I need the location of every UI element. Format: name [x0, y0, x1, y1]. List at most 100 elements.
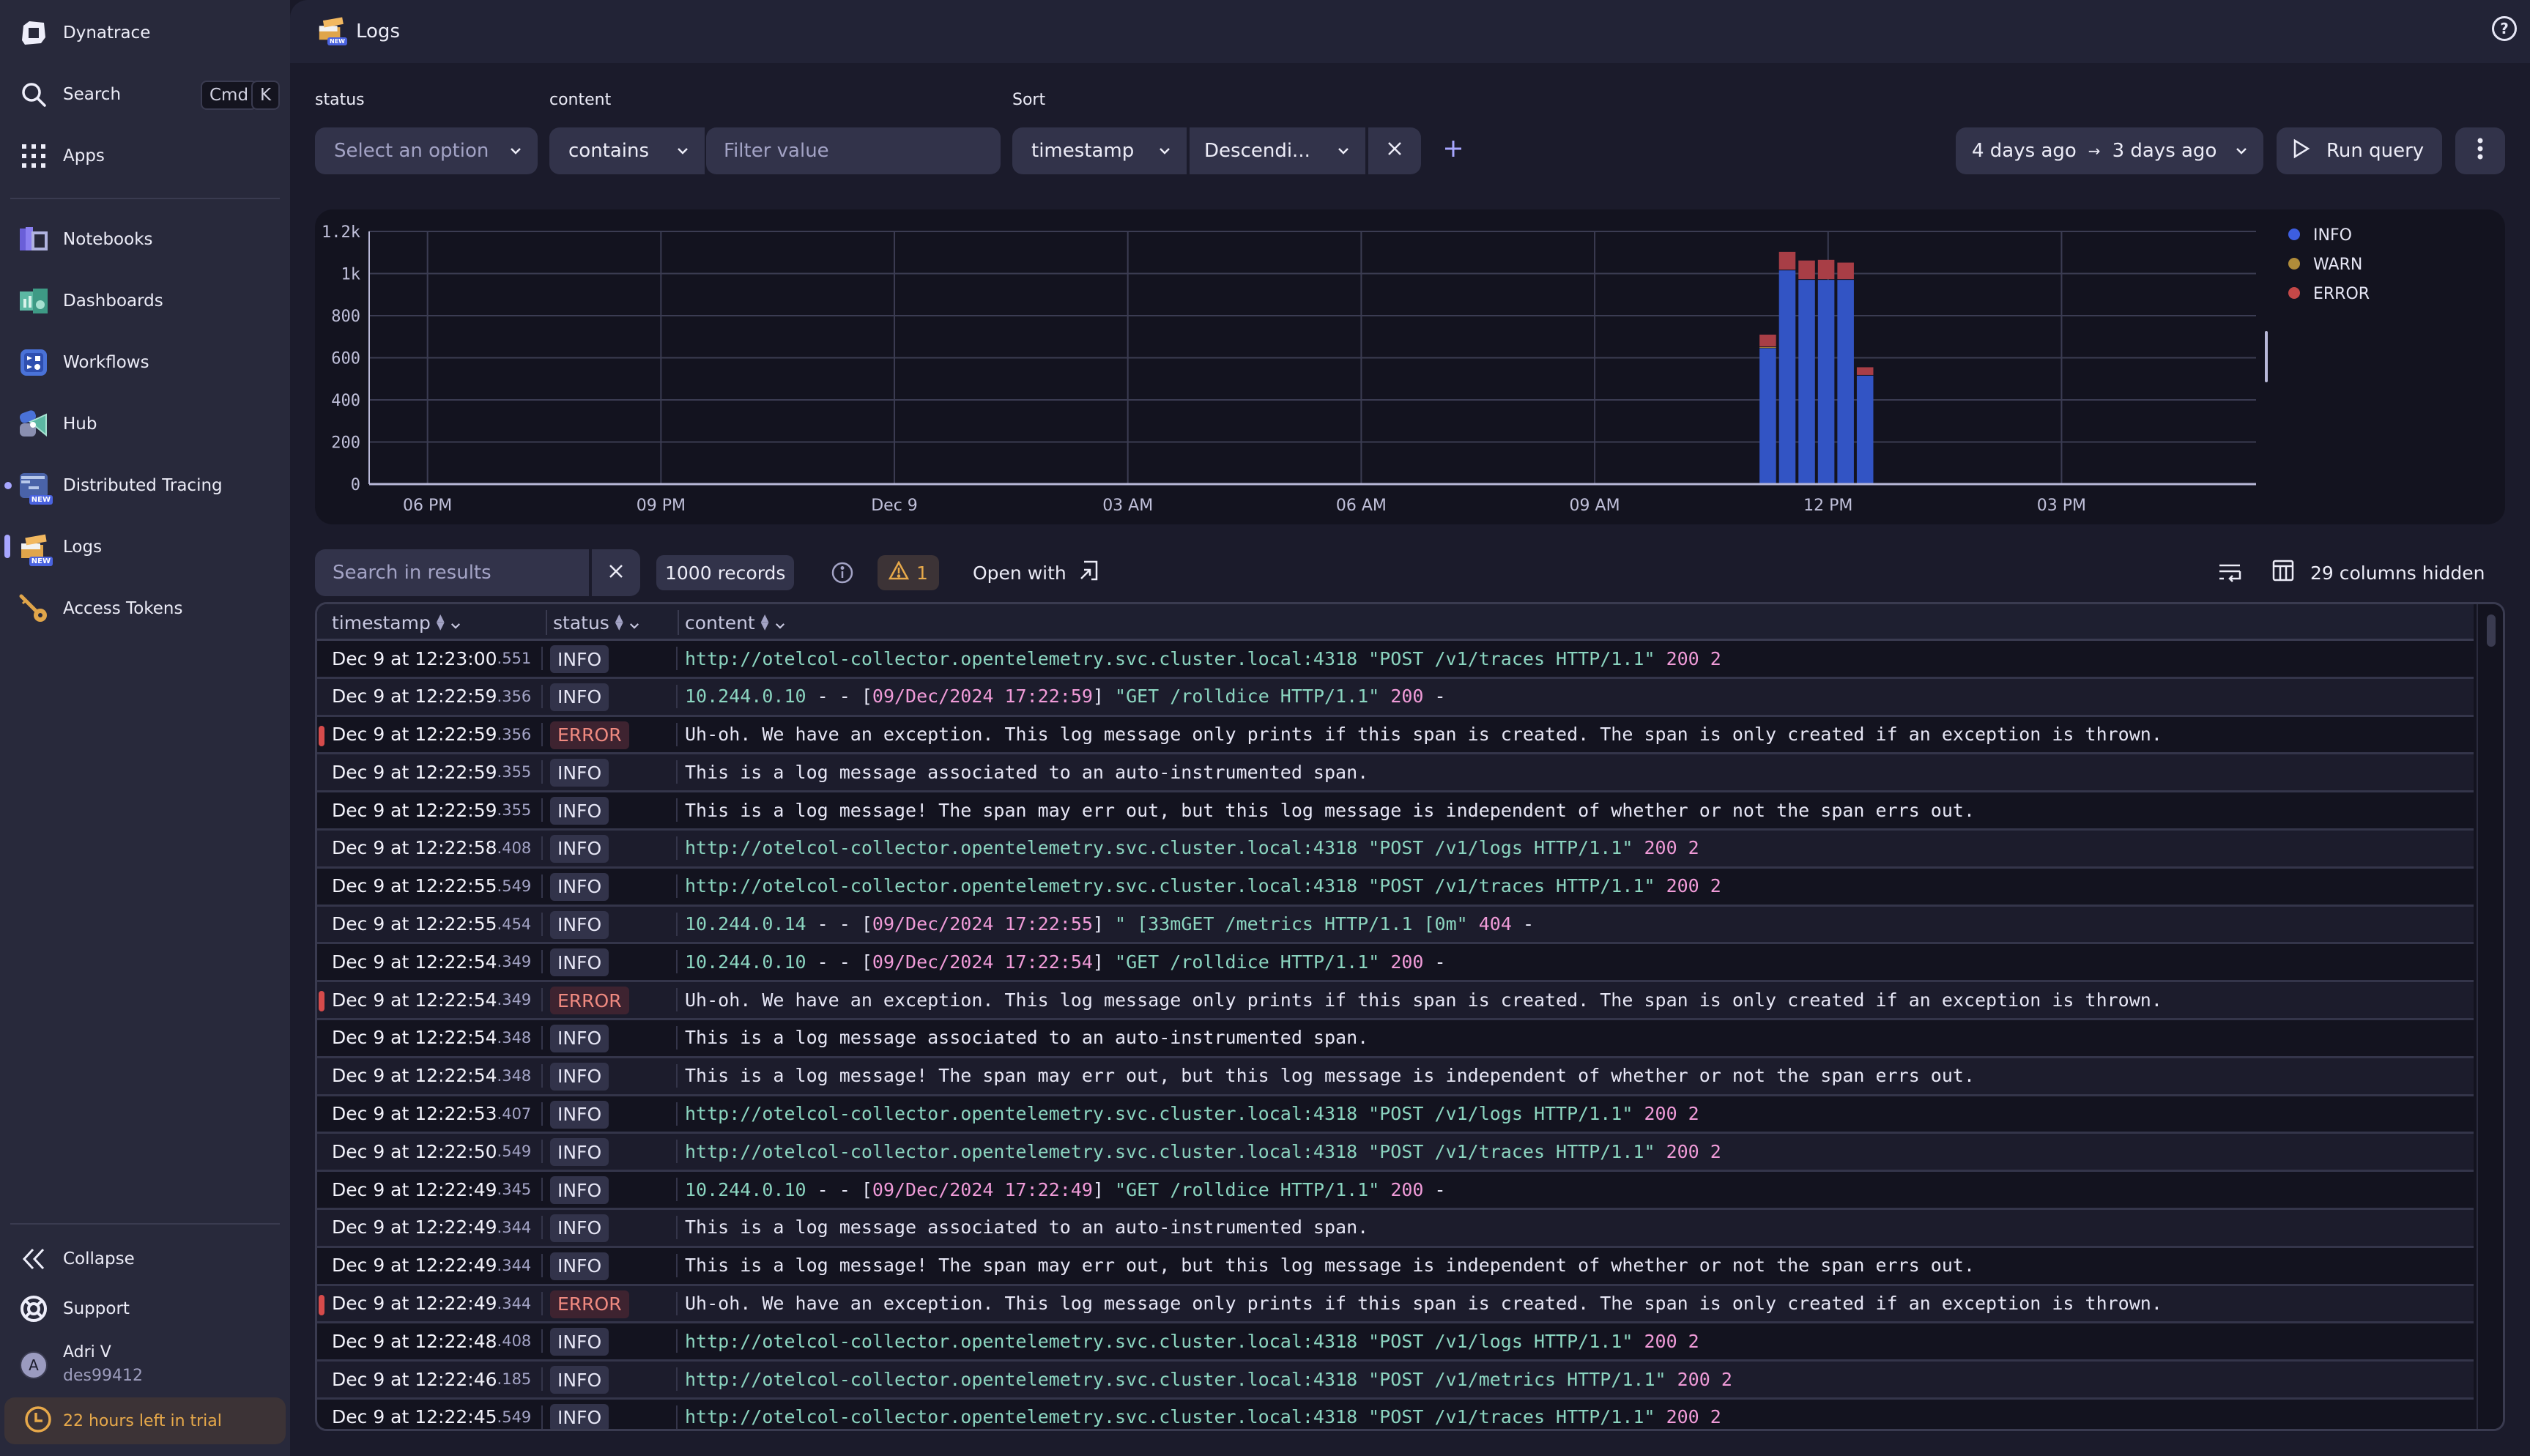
sort-field-select[interactable]: timestamp — [1012, 127, 1187, 174]
timeframe-from: 4 days ago — [1972, 140, 2077, 162]
timestamp-ms: .356 — [497, 687, 532, 705]
status-badge: INFO — [550, 872, 609, 901]
content-filter-input[interactable]: Filter value — [706, 127, 1001, 174]
sidebar-item-dashboards[interactable]: Dashboards — [0, 275, 290, 327]
remove-sort-button[interactable] — [1368, 127, 1421, 174]
bar-info[interactable] — [1817, 280, 1835, 483]
table-row[interactable]: Dec 9 at 12:22:46.185 INFO http://otelcol-… — [317, 1362, 2474, 1400]
content-segment: 200 — [1390, 1178, 1435, 1200]
sidebar-item-hub[interactable]: Hub — [0, 398, 290, 450]
bar-error[interactable] — [1837, 262, 1854, 280]
legend-swatch-error — [2288, 287, 2300, 299]
sidebar-item-distributed-tracing[interactable]: NEW Distributed Tracing — [0, 460, 290, 511]
collapse-button[interactable]: Collapse — [0, 1233, 290, 1285]
timestamp-value: Dec 9 at 12:22:59 — [332, 799, 497, 821]
columns-hidden-button[interactable]: 29 columns hidden — [2272, 555, 2485, 590]
content-segment: 404 — [1478, 913, 1523, 935]
info-icon[interactable] — [831, 561, 854, 584]
bar-error[interactable] — [1759, 334, 1776, 347]
bar-info[interactable] — [1798, 280, 1815, 483]
wrap-lines-icon[interactable] — [2215, 558, 2244, 587]
content-cell: http://otelcol-collector.opentelemetry.s… — [685, 869, 1721, 904]
content-segment: "GET /rolldice HTTP/1.1" — [1115, 686, 1391, 707]
table-row[interactable]: Dec 9 at 12:22:54.349 INFO 10.244.0.10 - -… — [317, 944, 2474, 983]
table-row[interactable]: Dec 9 at 12:22:49.344 INFO This is a log m… — [317, 1209, 2474, 1248]
bar-warn[interactable] — [1759, 347, 1776, 349]
legend-resize-handle[interactable] — [2265, 331, 2268, 382]
status-badge: INFO — [550, 683, 609, 711]
legend-label-warn[interactable]: WARN — [2313, 256, 2362, 274]
table-row[interactable]: Dec 9 at 12:22:48.408 INFO http://otelcol-… — [317, 1323, 2474, 1362]
table-header: timestamp ▲ ▼ status ▲ ▼ content ▲ ▼ — [317, 604, 2474, 641]
table-row[interactable]: Dec 9 at 12:22:53.407 INFO http://otelcol-… — [317, 1096, 2474, 1134]
cell-divider — [676, 760, 678, 784]
notebooks-icon — [18, 223, 50, 256]
bar-info[interactable] — [1778, 270, 1796, 483]
warnings-badge[interactable]: 1 — [878, 555, 939, 590]
table-row[interactable]: Dec 9 at 12:22:54.349 ERROR Uh-oh. We have… — [317, 982, 2474, 1020]
table-row[interactable]: Dec 9 at 12:22:55.549 INFO http://otelcol-… — [317, 869, 2474, 907]
table-row[interactable]: Dec 9 at 12:22:54.348 INFO This is a log m… — [317, 1058, 2474, 1096]
sidebar-item-logs[interactable]: NEW Logs — [0, 521, 290, 573]
legend-label-error[interactable]: ERROR — [2313, 285, 2370, 303]
add-sort-button[interactable] — [1433, 127, 1474, 174]
table-row[interactable]: Dec 9 at 12:22:45.549 INFO http://otelcol-… — [317, 1400, 2474, 1429]
table-row[interactable]: Dec 9 at 12:22:59.355 INFO This is a log m… — [317, 754, 2474, 793]
bar-error[interactable] — [1778, 251, 1796, 270]
open-with-button[interactable]: Open with — [973, 555, 1099, 590]
clear-search-button[interactable] — [592, 549, 640, 596]
column-header-timestamp[interactable]: timestamp ▲ ▼ — [332, 604, 461, 641]
sort-order-select[interactable]: Descendi... — [1190, 127, 1365, 174]
y-tick-label: 0 — [351, 476, 360, 494]
run-query-button[interactable]: Run query — [2277, 127, 2442, 174]
table-row[interactable]: Dec 9 at 12:22:59.356 ERROR Uh-oh. We have… — [317, 717, 2474, 755]
table-row[interactable]: Dec 9 at 12:22:49.344 ERROR Uh-oh. We have… — [317, 1285, 2474, 1324]
bar-info[interactable] — [1856, 375, 1874, 483]
bar-error[interactable] — [1798, 260, 1815, 280]
timestamp-ms: .408 — [497, 1332, 532, 1351]
support-button[interactable]: Support — [0, 1283, 290, 1334]
table-scrollbar[interactable] — [2477, 604, 2503, 1429]
sidebar-brand[interactable]: Dynatrace — [0, 7, 290, 59]
apps-grid-icon — [18, 140, 50, 172]
histogram-chart[interactable]: 0 200 400 600 800 1k 1.2k 06 PM 09 PM Dec 9 03 AM 0… — [315, 209, 2505, 524]
table-row[interactable]: Dec 9 at 12:22:59.356 INFO 10.244.0.10 - -… — [317, 678, 2474, 717]
table-row[interactable]: Dec 9 at 12:22:50.549 INFO http://otelcol-… — [317, 1134, 2474, 1173]
sidebar-item-notebooks[interactable]: Notebooks — [0, 214, 290, 265]
avatar: A — [20, 1351, 48, 1379]
sidebar-apps[interactable]: Apps — [0, 130, 290, 182]
content-operator-select[interactable]: contains — [549, 127, 705, 174]
table-row[interactable]: Dec 9 at 12:22:54.348 INFO This is a log m… — [317, 1020, 2474, 1058]
column-header-status[interactable]: status ▲ ▼ — [553, 604, 639, 641]
content-segment: 10.244.0.14 — [685, 913, 817, 935]
table-row[interactable]: Dec 9 at 12:22:55.454 INFO 10.244.0.14 - -… — [317, 906, 2474, 945]
column-divider[interactable] — [546, 610, 547, 635]
bar-info[interactable] — [1837, 280, 1854, 483]
content-segment: 200 — [1390, 951, 1435, 973]
status-select[interactable]: Select an option — [315, 127, 538, 174]
bar-error[interactable] — [1856, 367, 1874, 375]
content-cell: This is a log message associated to an a… — [685, 1020, 1368, 1055]
cell-divider — [676, 988, 678, 1012]
column-divider[interactable] — [678, 610, 679, 635]
legend-label-info[interactable]: INFO — [2313, 226, 2352, 245]
table-row[interactable]: Dec 9 at 12:23:00.551 INFO http://otelcol-… — [317, 641, 2474, 679]
more-options-button[interactable] — [2455, 127, 2505, 174]
table-body: Dec 9 at 12:23:00.551 INFO http://otelcol-… — [317, 641, 2474, 1429]
content-segment: "GET /rolldice HTTP/1.1" — [1115, 1178, 1391, 1200]
table-row[interactable]: Dec 9 at 12:22:58.408 INFO http://otelcol-… — [317, 830, 2474, 869]
table-row[interactable]: Dec 9 at 12:22:59.355 INFO This is a log m… — [317, 792, 2474, 831]
search-in-results-input[interactable]: Search in results — [315, 549, 589, 596]
bar-info[interactable] — [1759, 348, 1776, 483]
help-icon[interactable]: ? — [2492, 16, 2517, 41]
table-row[interactable]: Dec 9 at 12:22:49.345 INFO 10.244.0.10 - -… — [317, 1172, 2474, 1210]
timestamp-ms: .549 — [497, 1408, 532, 1426]
sidebar-item-access-tokens[interactable]: Access Tokens — [0, 583, 290, 634]
trial-banner[interactable]: 22 hours left in trial — [4, 1397, 286, 1444]
column-header-content[interactable]: content ▲ ▼ — [685, 604, 785, 641]
scrollbar-thumb[interactable] — [2487, 614, 2496, 647]
timeframe-selector[interactable]: 4 days ago → 3 days ago — [1956, 127, 2263, 174]
sidebar-item-workflows[interactable]: Workflows — [0, 337, 290, 388]
table-row[interactable]: Dec 9 at 12:22:49.344 INFO This is a log m… — [317, 1248, 2474, 1286]
bar-error[interactable] — [1817, 259, 1835, 280]
